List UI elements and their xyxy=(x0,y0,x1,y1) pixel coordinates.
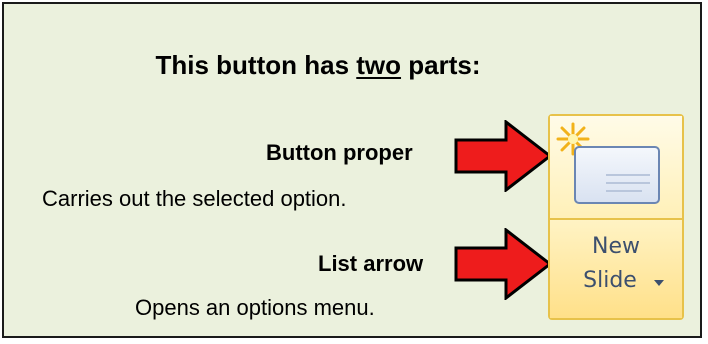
page-title: This button has two parts: xyxy=(4,50,632,81)
callout-panel: This button has two parts: Button proper… xyxy=(2,2,702,338)
new-slide-label-line1: New xyxy=(592,234,640,259)
new-slide-label-line2: Slide xyxy=(583,268,637,293)
new-slide-icon xyxy=(574,146,660,204)
pointer-arrow-icon xyxy=(454,120,553,192)
new-slide-split-button: New Slide xyxy=(548,114,684,320)
new-slide-list-arrow[interactable]: New Slide xyxy=(550,220,682,318)
title-prefix: This button has xyxy=(155,50,357,80)
title-suffix: parts: xyxy=(401,50,481,80)
button-proper-label: Button proper xyxy=(266,140,413,165)
pointer-arrow-icon xyxy=(454,228,553,300)
button-proper-description: Carries out the selected option. xyxy=(42,186,347,211)
title-emphasis: two xyxy=(356,50,402,80)
new-slide-button-proper[interactable] xyxy=(550,116,682,220)
dropdown-arrow-icon xyxy=(654,280,664,286)
list-arrow-label: List arrow xyxy=(318,251,424,276)
list-arrow-description: Opens an options menu. xyxy=(135,295,375,320)
